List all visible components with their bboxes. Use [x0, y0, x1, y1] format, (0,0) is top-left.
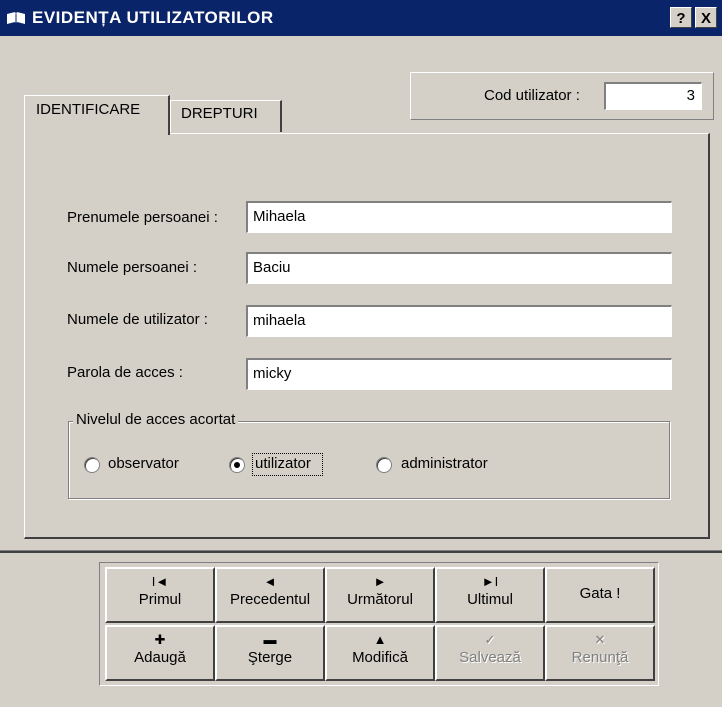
first-name-field[interactable]: Mihaela: [246, 201, 672, 233]
tab-drepturi[interactable]: DREPTURI: [170, 100, 282, 132]
password-field[interactable]: micky: [246, 358, 672, 390]
check-icon: ✓: [484, 632, 496, 647]
previous-record-label: Precedentul: [229, 591, 311, 608]
radio-utilizator[interactable]: [229, 457, 245, 473]
next-record-label: Următorul: [347, 591, 413, 608]
user-code-panel: Cod utilizator : 3: [410, 72, 714, 120]
title-bar[interactable]: EVIDENȚA UTILIZATORILOR ? X: [0, 0, 722, 36]
window-title: EVIDENȚA UTILIZATORILOR: [32, 8, 274, 27]
cancel-label: Renunţă: [571, 649, 629, 666]
user-code-field[interactable]: 3: [604, 82, 702, 110]
radio-observator-label[interactable]: observator: [108, 455, 179, 472]
radio-administrator-label[interactable]: administrator: [401, 455, 488, 472]
radio-administrator[interactable]: [376, 457, 392, 473]
add-button[interactable]: ✚ Adaugă: [105, 625, 215, 681]
first-name-label: Prenumele persoanei :: [67, 209, 218, 226]
cancel-button[interactable]: ✕ Renunţă: [545, 625, 655, 681]
first-record-label: Primul: [138, 591, 182, 608]
username-field[interactable]: mihaela: [246, 305, 672, 337]
delete-button[interactable]: ▬ Şterge: [215, 625, 325, 681]
book-icon: [7, 12, 25, 24]
close-button[interactable]: X: [695, 7, 717, 28]
add-label: Adaugă: [134, 649, 186, 666]
delete-label: Şterge: [247, 649, 293, 666]
last-record-icon: ►I: [481, 574, 499, 589]
previous-icon: ◄: [263, 574, 277, 589]
save-button[interactable]: ✓ Salvează: [435, 625, 545, 681]
done-button[interactable]: Gata !: [545, 567, 655, 623]
user-code-label: Cod utilizator :: [484, 87, 580, 104]
x-icon: ✕: [594, 632, 606, 647]
modify-button[interactable]: ▲ Modifică: [325, 625, 435, 681]
last-record-button[interactable]: ►I Ultimul: [435, 567, 545, 623]
up-arrow-icon: ▲: [373, 632, 387, 647]
last-name-label: Numele persoanei :: [67, 259, 198, 276]
last-name-field[interactable]: Baciu: [246, 252, 672, 284]
radio-utilizator-label[interactable]: utilizator: [255, 455, 311, 472]
last-record-label: Ultimul: [467, 591, 513, 608]
done-label: Gata !: [579, 585, 621, 602]
plus-icon: ✚: [154, 632, 166, 647]
username-label: Numele de utilizator :: [67, 311, 208, 328]
user-records-window: EVIDENȚA UTILIZATORILOR ? X Cod utilizat…: [0, 0, 722, 707]
minus-icon: ▬: [263, 632, 277, 647]
next-icon: ►: [373, 574, 387, 589]
next-record-button[interactable]: ► Următorul: [325, 567, 435, 623]
save-label: Salvează: [459, 649, 521, 666]
radio-observator[interactable]: [84, 457, 100, 473]
access-level-legend: Nivelul de acces acortat: [73, 411, 239, 428]
first-record-button[interactable]: I◄ Primul: [105, 567, 215, 623]
first-record-icon: I◄: [151, 574, 169, 589]
tab-identificare[interactable]: IDENTIFICARE: [24, 95, 170, 135]
previous-record-button[interactable]: ◄ Precedentul: [215, 567, 325, 623]
password-label: Parola de acces :: [67, 364, 183, 381]
help-button[interactable]: ?: [670, 7, 692, 28]
radio-selected-dot: [234, 462, 240, 468]
modify-label: Modifică: [352, 649, 408, 666]
